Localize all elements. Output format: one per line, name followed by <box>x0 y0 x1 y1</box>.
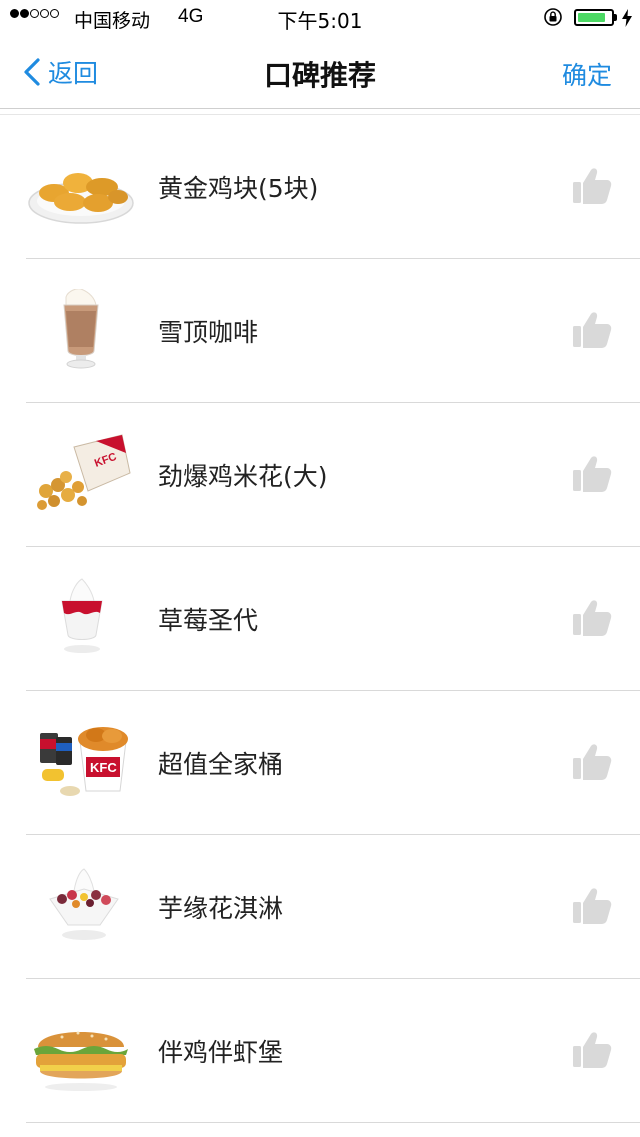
thumbs-up-icon[interactable] <box>572 311 612 349</box>
thumbs-up-icon[interactable] <box>572 887 612 925</box>
popcorn-chicken-image: KFC <box>37 434 131 510</box>
item-name: 雪顶咖啡 <box>158 318 259 347</box>
charging-icon <box>622 9 632 27</box>
item-name: 劲爆鸡米花(大) <box>158 462 328 491</box>
item-name: 草莓圣代 <box>158 606 259 635</box>
item-name: 伴鸡伴虾堡 <box>158 1038 284 1067</box>
thumbs-up-icon[interactable] <box>572 167 612 205</box>
battery-icon <box>574 9 614 26</box>
recommendation-list: 黄金鸡块(5块) 雪顶咖啡 KFC 劲爆鸡米花(大) 草莓圣代 KFC 超值全家… <box>0 115 640 1123</box>
family-bucket-image: KFC <box>40 727 128 796</box>
navigation-bar: 返回 口碑推荐 确定 <box>0 36 640 109</box>
orientation-lock-icon <box>544 8 562 26</box>
svg-text:KFC: KFC <box>90 760 117 775</box>
list-item[interactable]: KFC 超值全家桶 <box>26 691 640 835</box>
list-item[interactable]: 黄金鸡块(5块) <box>26 115 640 259</box>
item-name: 芋缘花淇淋 <box>158 894 284 923</box>
list-item[interactable]: 雪顶咖啡 <box>26 259 640 403</box>
chicken-nuggets-image <box>28 173 134 224</box>
battery-tip <box>614 14 617 21</box>
item-name: 黄金鸡块(5块) <box>158 174 319 203</box>
list-item[interactable]: 芋缘花淇淋 <box>26 835 640 979</box>
thumbs-up-icon[interactable] <box>572 599 612 637</box>
iced-coffee-image <box>63 289 99 369</box>
thumbs-up-icon[interactable] <box>572 455 612 493</box>
thumbs-up-icon[interactable] <box>572 1031 612 1069</box>
taro-ice-cream-image <box>49 868 119 940</box>
chicken-shrimp-burger-image <box>34 1031 128 1091</box>
item-name: 超值全家桶 <box>158 750 284 779</box>
list-item[interactable]: 草莓圣代 <box>26 547 640 691</box>
status-bar: 中国移动 4G 下午5:01 <box>0 0 640 36</box>
list-item[interactable]: 伴鸡伴虾堡 <box>26 979 640 1123</box>
confirm-button[interactable]: 确定 <box>562 56 612 92</box>
list-item[interactable]: KFC 劲爆鸡米花(大) <box>26 403 640 547</box>
thumbs-up-icon[interactable] <box>572 743 612 781</box>
strawberry-sundae-image <box>61 578 103 653</box>
page-title: 口碑推荐 <box>263 59 376 92</box>
